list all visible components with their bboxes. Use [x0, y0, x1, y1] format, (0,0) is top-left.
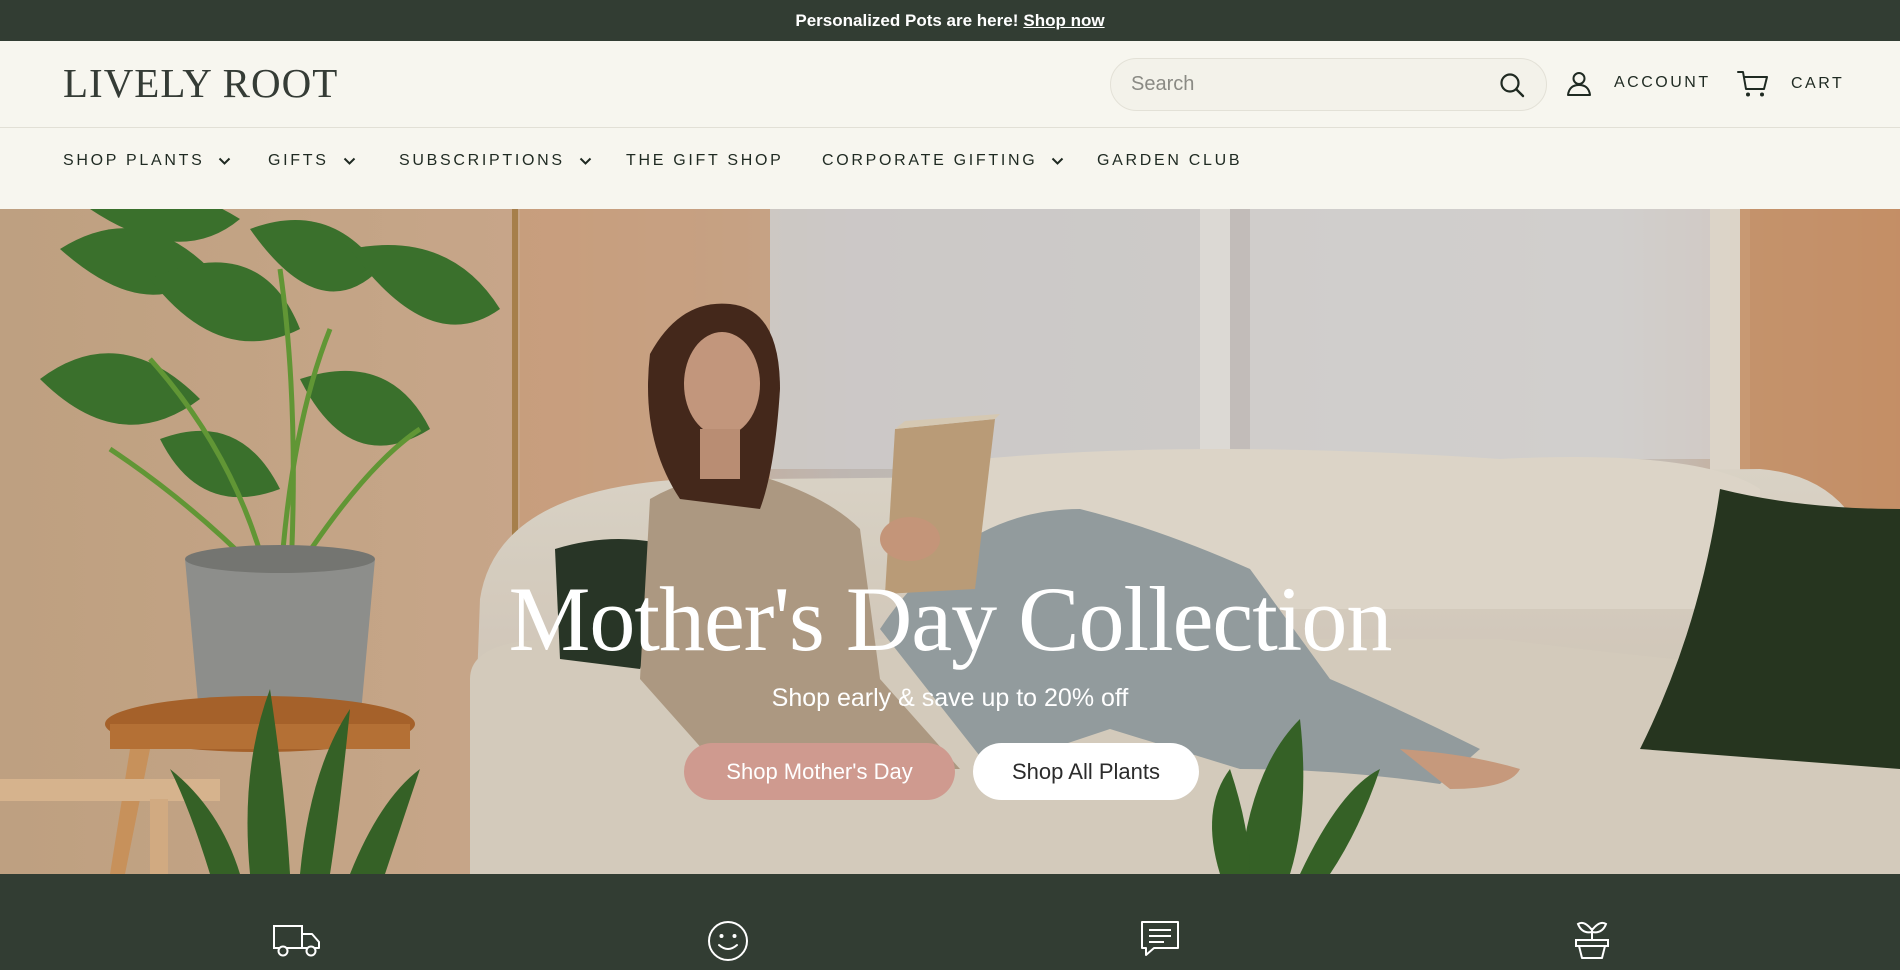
nav-item-the-gift-shop[interactable]: THE GIFT SHOP	[626, 152, 783, 170]
user-icon	[1567, 72, 1591, 96]
nav-item-label: GARDEN CLUB	[1097, 152, 1243, 169]
shop-mothers-day-button[interactable]: Shop Mother's Day	[684, 743, 955, 800]
chevron-down-icon	[579, 157, 592, 166]
search-box[interactable]	[1110, 58, 1547, 111]
chevron-down-icon	[218, 157, 231, 166]
chat-icon	[1140, 920, 1180, 958]
hero-title: Mother's Day Collection	[508, 568, 1393, 670]
site-header: LIVELY ROOT ACCOUNT CART	[0, 41, 1900, 128]
chevron-down-icon	[343, 157, 356, 166]
nav-item-subscriptions[interactable]: SUBSCRIPTIONS	[399, 152, 592, 170]
cart-link[interactable]: CART	[1737, 70, 1844, 98]
announcement-bar: Personalized Pots are here! Shop now	[0, 0, 1900, 41]
nav-item-label: SHOP PLANTS	[63, 152, 205, 169]
nav-item-corporate-gifting[interactable]: CORPORATE GIFTING	[822, 152, 1064, 170]
nav-item-gifts[interactable]: GIFTS	[268, 152, 356, 170]
nav-item-garden-club[interactable]: GARDEN CLUB	[1097, 152, 1242, 170]
cart-label: CART	[1791, 75, 1845, 92]
chevron-down-icon	[1051, 157, 1064, 166]
nav-item-label: GIFTS	[268, 152, 329, 169]
nav-item-shop-plants[interactable]: SHOP PLANTS	[63, 152, 231, 170]
plant-pot-icon	[1572, 918, 1612, 960]
nav-item-label: SUBSCRIPTIONS	[399, 152, 565, 169]
logo[interactable]: LIVELY ROOT	[63, 63, 338, 104]
features-band	[0, 874, 1900, 970]
nav-item-label: THE GIFT SHOP	[626, 152, 784, 169]
search-input[interactable]	[1131, 73, 1498, 96]
nav-item-label: CORPORATE GIFTING	[822, 152, 1038, 169]
account-link[interactable]: ACCOUNT	[1566, 70, 1711, 96]
smiley-icon	[707, 920, 749, 962]
hero-banner: Mother's Day Collection Shop early & sav…	[0, 209, 1900, 874]
search-icon[interactable]	[1498, 71, 1526, 99]
announcement-shop-now-link[interactable]: Shop now	[1023, 11, 1104, 31]
truck-icon	[272, 922, 322, 958]
cart-icon	[1737, 71, 1768, 97]
hero-subtitle: Shop early & save up to 20% off	[771, 684, 1129, 712]
account-label: ACCOUNT	[1614, 74, 1711, 91]
announcement-text: Personalized Pots are here!	[795, 10, 1019, 30]
main-nav: SHOP PLANTS GIFTS SUBSCRIPTIONS THE GIFT…	[0, 128, 1900, 209]
shop-all-plants-button[interactable]: Shop All Plants	[973, 743, 1199, 800]
